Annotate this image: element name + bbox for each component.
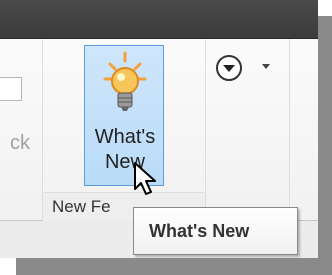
tooltip: What's New (133, 207, 298, 255)
title-bar (0, 0, 318, 39)
window-shadow (16, 258, 332, 275)
whats-new-label-line1: What's (94, 126, 156, 148)
window-shadow (318, 16, 332, 275)
ribbon-separator (205, 39, 206, 220)
ribbon-separator (289, 39, 290, 220)
circle-chevron-down-icon (214, 53, 244, 88)
ribbon-dropdown-button[interactable] (214, 53, 278, 85)
partial-ribbon-label: ck (10, 132, 30, 154)
mouse-pointer-icon (133, 161, 161, 202)
chevron-down-icon (262, 64, 270, 69)
group-label-new-features: New Fe (52, 197, 111, 216)
tooltip-text: What's New (149, 221, 250, 241)
partial-input-field[interactable] (0, 77, 22, 101)
lightbulb-icon (97, 51, 153, 128)
